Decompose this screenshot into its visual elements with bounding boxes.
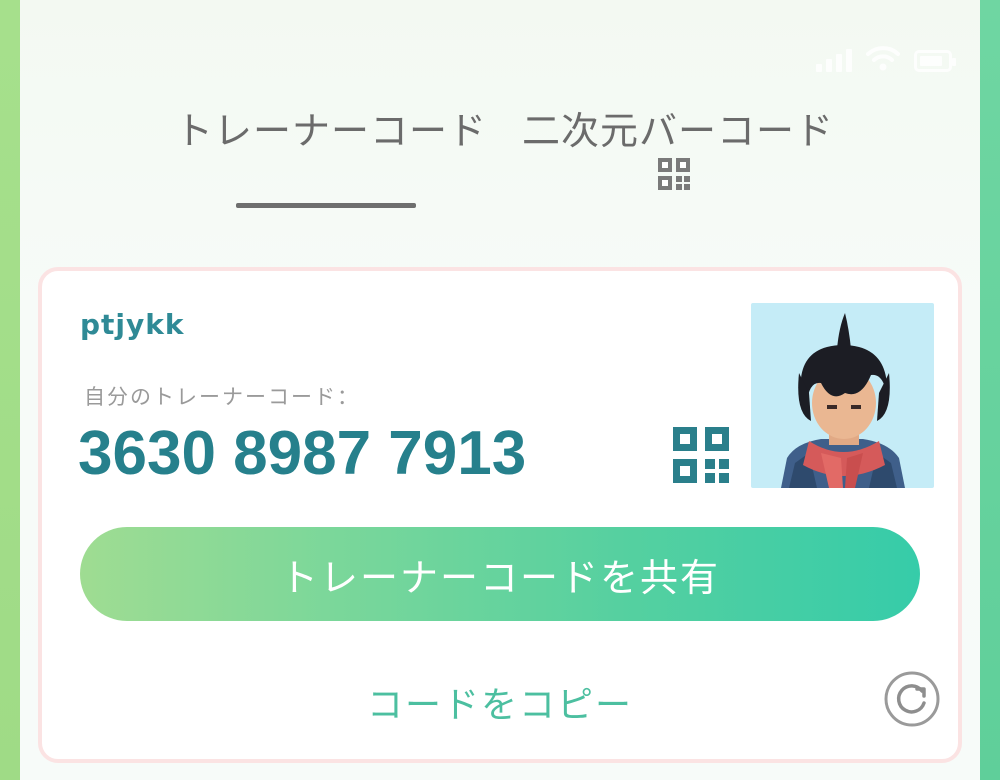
status-bar xyxy=(816,44,956,72)
copy-code-button[interactable]: コードをコピー xyxy=(0,676,1000,728)
right-edge-decoration xyxy=(980,0,1000,780)
avatar[interactable] xyxy=(751,303,934,488)
qr-code-icon[interactable] xyxy=(672,426,730,484)
battery-icon xyxy=(914,50,956,72)
tab-qr-code[interactable]: 二次元バーコード xyxy=(522,100,834,155)
username: ptjykk xyxy=(80,308,185,341)
left-edge-decoration xyxy=(0,0,20,780)
tab-trainer-code[interactable]: トレーナーコード xyxy=(175,100,487,155)
signal-icon xyxy=(816,49,852,72)
trainer-code-label: 自分のトレーナーコード： xyxy=(84,385,360,409)
active-tab-indicator xyxy=(236,203,416,208)
qr-code-icon[interactable] xyxy=(657,157,691,191)
refresh-icon[interactable] xyxy=(884,671,940,727)
trainer-code-value: 3630 8987 7913 xyxy=(78,419,527,488)
wifi-icon xyxy=(866,46,900,71)
share-trainer-code-button[interactable]: トレーナーコードを共有 xyxy=(80,527,920,621)
